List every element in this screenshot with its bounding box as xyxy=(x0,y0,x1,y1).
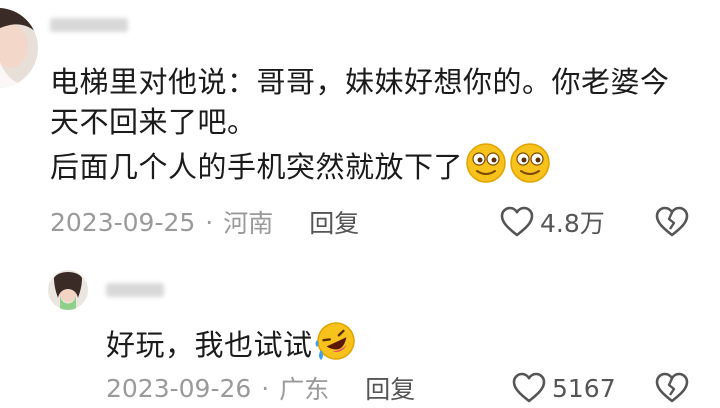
comment-location: 广东 xyxy=(279,375,330,404)
comment-meta: 2023-09-25 · 河南 回复 xyxy=(50,204,359,240)
comment-meta: 2023-09-26 · 广东 回复 xyxy=(106,370,415,406)
comment-date: 2023-09-26 xyxy=(106,373,252,403)
heart-icon xyxy=(500,206,534,237)
avatar[interactable] xyxy=(0,8,38,88)
like-button[interactable]: 4.8万 xyxy=(500,206,605,238)
meta-separator: · xyxy=(261,373,270,403)
comment-item: 好玩，我也试试 2023-09-26 · 广东 回复 5167 xyxy=(0,250,720,405)
comment-line: 天不回来了吧。 xyxy=(50,105,257,139)
rolling-laugh-emoji xyxy=(315,320,357,372)
comment-item: 电梯里对他说：哥哥，妹妹好想你的。你老婆今 天不回来了吧。 后面几个人的手机突然… xyxy=(0,0,720,250)
username[interactable] xyxy=(106,283,164,297)
comment-text: 电梯里对他说：哥哥，妹妹好想你的。你老婆今 天不回来了吧。 后面几个人的手机突然… xyxy=(50,62,670,194)
comment-line: 后面几个人的手机突然就放下了 xyxy=(50,142,670,194)
comment-date: 2023-09-25 xyxy=(50,207,196,237)
broken-heart-icon[interactable] xyxy=(655,372,689,404)
smirk-emoji xyxy=(465,142,507,194)
like-count: 4.8万 xyxy=(540,209,605,238)
smirk-emoji xyxy=(509,142,551,194)
comment-text: 好玩，我也试试 xyxy=(106,320,357,372)
like-button[interactable]: 5167 xyxy=(512,372,616,404)
comment-location: 河南 xyxy=(223,209,274,238)
like-count: 5167 xyxy=(552,373,616,403)
heart-icon xyxy=(512,372,546,403)
comment-line: 电梯里对他说：哥哥，妹妹好想你的。你老婆今 xyxy=(50,65,670,99)
reply-button[interactable]: 回复 xyxy=(309,204,359,240)
meta-separator: · xyxy=(205,207,214,237)
broken-heart-icon[interactable] xyxy=(655,206,689,238)
comment-line: 好玩，我也试试 xyxy=(106,320,357,372)
reply-button[interactable]: 回复 xyxy=(365,370,415,406)
avatar[interactable] xyxy=(48,270,88,310)
username[interactable] xyxy=(50,18,128,32)
